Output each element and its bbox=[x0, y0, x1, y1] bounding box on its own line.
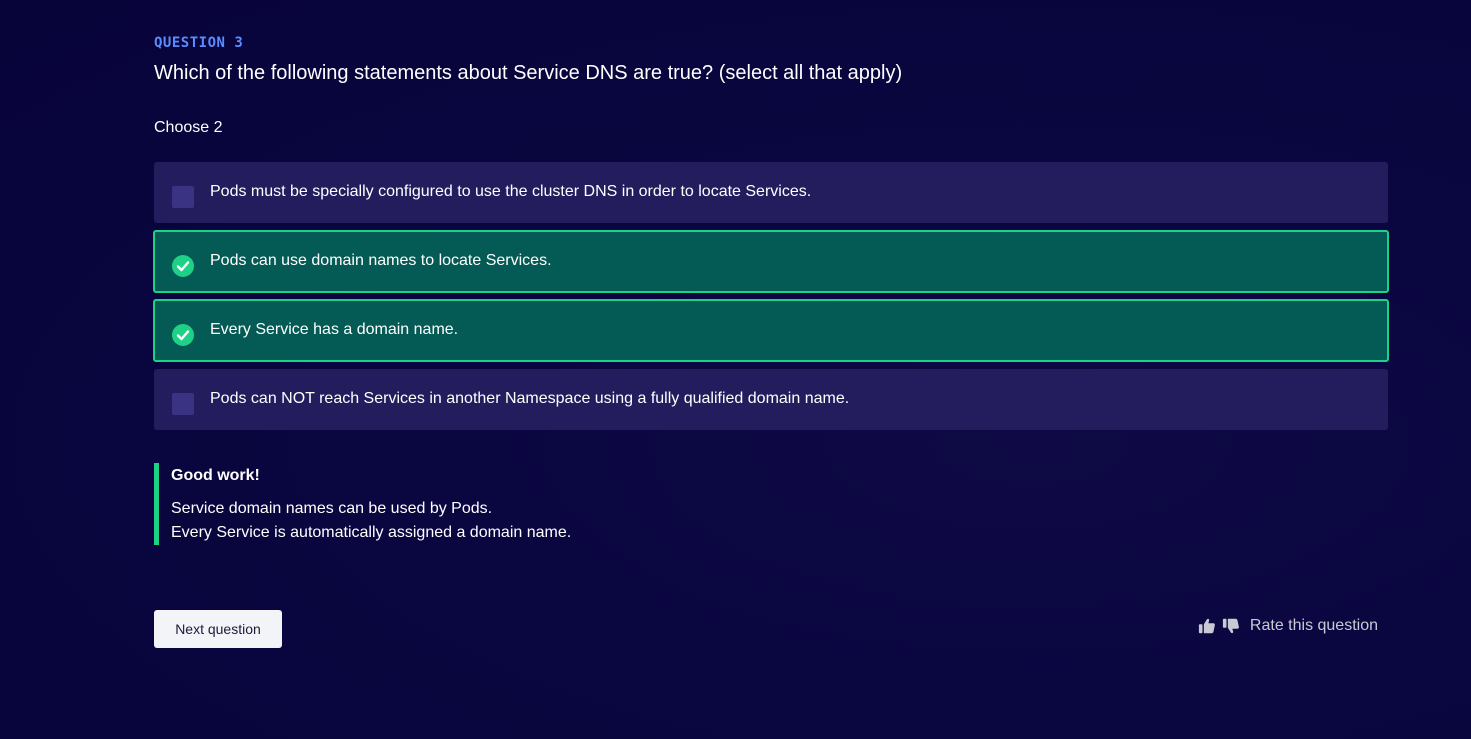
check-circle-icon[interactable] bbox=[172, 324, 194, 346]
feedback-line: Every Service is automatically assigned … bbox=[171, 524, 572, 541]
rate-question: Rate this question bbox=[1198, 617, 1378, 635]
feedback-panel: Good work! Service domain names can be u… bbox=[154, 463, 754, 545]
answer-option-2[interactable]: Pods can use domain names to locate Serv… bbox=[153, 230, 1389, 293]
next-question-button[interactable]: Next question bbox=[154, 610, 282, 648]
answer-option-text: Pods can use domain names to locate Serv… bbox=[210, 252, 552, 269]
feedback-title: Good work! bbox=[171, 467, 260, 484]
thumbs-down-icon[interactable] bbox=[1222, 617, 1240, 635]
answer-option-4[interactable]: Pods can NOT reach Services in another N… bbox=[154, 369, 1388, 430]
feedback-line: Service domain names can be used by Pods… bbox=[171, 500, 493, 517]
question-title: Which of the following statements about … bbox=[154, 62, 903, 84]
question-number: QUESTION 3 bbox=[154, 35, 244, 51]
answer-option-1[interactable]: Pods must be specially configured to use… bbox=[154, 162, 1388, 223]
checkbox[interactable] bbox=[172, 393, 194, 415]
checkbox[interactable] bbox=[172, 186, 194, 208]
answer-option-text: Pods must be specially configured to use… bbox=[210, 183, 812, 200]
answer-option-text: Pods can NOT reach Services in another N… bbox=[210, 390, 850, 407]
check-circle-icon[interactable] bbox=[172, 255, 194, 277]
thumbs-up-icon[interactable] bbox=[1198, 617, 1216, 635]
choose-instruction: Choose 2 bbox=[154, 119, 223, 136]
answer-option-text: Every Service has a domain name. bbox=[210, 321, 459, 338]
answer-option-3[interactable]: Every Service has a domain name. bbox=[153, 299, 1389, 362]
rate-question-label[interactable]: Rate this question bbox=[1250, 617, 1378, 635]
